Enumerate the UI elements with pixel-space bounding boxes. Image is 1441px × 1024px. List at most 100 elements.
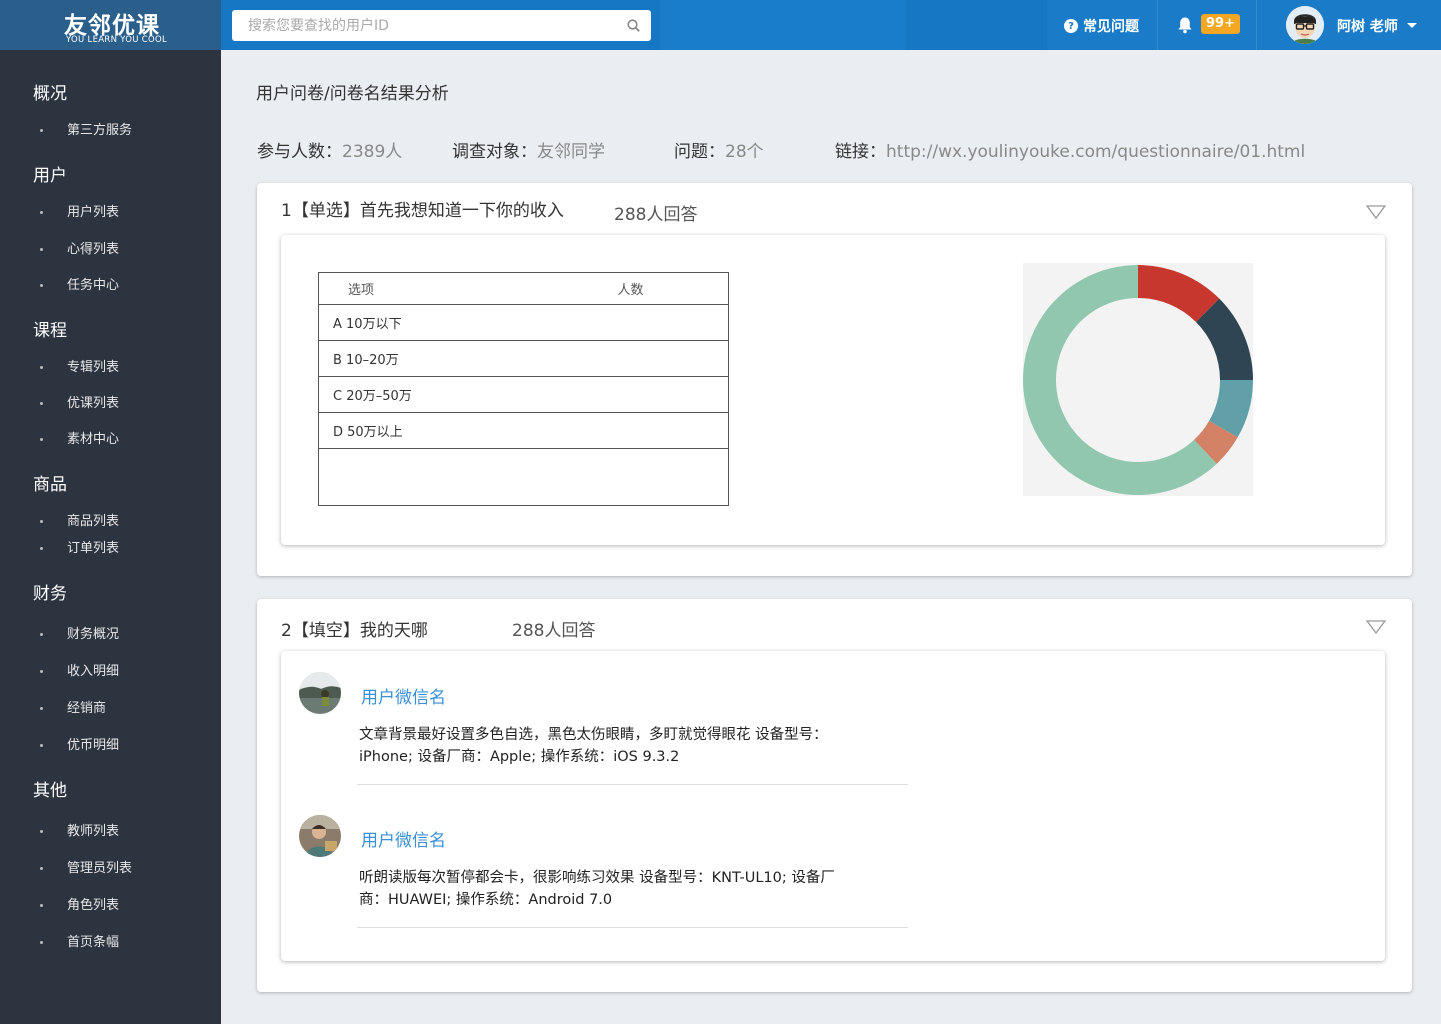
- entry-text: 文章背景最好设置多色自选，黑色太伤眼睛，多盯就觉得眼花 设备型号：iPhone;…: [359, 727, 828, 765]
- divider: [1157, 0, 1158, 50]
- avatar-icon: [1286, 6, 1324, 44]
- bullet-icon: [40, 867, 43, 870]
- sidebar-item-label: 优课列表: [67, 396, 120, 411]
- sidebar-item-coins[interactable]: 优币明细: [40, 734, 119, 753]
- sidebar-section-courses[interactable]: 课程: [33, 316, 67, 341]
- sidebar-item-label: 管理员列表: [67, 861, 133, 876]
- stat-label: 问题：: [674, 142, 725, 162]
- sidebar-section-goods[interactable]: 商品: [33, 470, 67, 495]
- search-box: [232, 10, 651, 41]
- sidebar-item-user-list[interactable]: 用户列表: [40, 201, 119, 220]
- chevron-down-icon[interactable]: [1407, 23, 1417, 28]
- sidebar-item-label: 收入明细: [67, 664, 120, 679]
- question-card-2: 2【填空】我的天哪 288人回答 用户微信名 文章背景最好设置多色自选，黑色太伤…: [257, 599, 1412, 992]
- breadcrumb: 用户问卷/问卷名结果分析: [256, 84, 449, 104]
- sidebar-item-roles[interactable]: 角色列表: [40, 894, 119, 913]
- sidebar-item-courses[interactable]: 优课列表: [40, 392, 119, 411]
- avatar[interactable]: [299, 672, 341, 714]
- table-row: [319, 449, 729, 506]
- stat-link: 链接：http://wx.youlinyouke.com/questionnai…: [835, 137, 1305, 162]
- sidebar-item-label: 首页条幅: [67, 935, 120, 950]
- bullet-icon: [40, 830, 43, 833]
- stat-value: 28个: [725, 142, 764, 162]
- bullet-icon: [40, 633, 43, 636]
- search-input[interactable]: [232, 10, 622, 41]
- question-card-1: 1【单选】首先我想知道一下你的收入 288人回答 选项 人数 A 10万以下 B…: [257, 183, 1412, 576]
- sidebar-item-goods-list[interactable]: 商品列表: [40, 510, 119, 529]
- stat-label: 链接：: [835, 142, 886, 162]
- table-row: D 50万以上: [318, 412, 729, 449]
- bullet-icon: [40, 284, 43, 287]
- table-cell: A 10万以下: [318, 304, 729, 341]
- bullet-icon: [40, 904, 43, 907]
- sidebar-item-albums[interactable]: 专辑列表: [40, 356, 119, 375]
- questionnaire-link[interactable]: http://wx.youlinyouke.com/questionnaire/…: [886, 142, 1305, 162]
- bullet-icon: [40, 520, 43, 523]
- stat-value: 友邻同学: [537, 142, 605, 162]
- sidebar-item-label: 财务概况: [67, 627, 120, 642]
- sidebar-item-label: 心得列表: [67, 242, 120, 257]
- bullet-icon: [40, 129, 43, 132]
- table-cell: C 20万–50万: [318, 376, 729, 413]
- sidebar-section-finance[interactable]: 财务: [33, 579, 67, 604]
- sidebar: 概况 第三方服务 用户 用户列表 心得列表 任务中心 课程 专辑列表 优课列表 …: [0, 50, 221, 1024]
- bullet-icon: [40, 670, 43, 673]
- user-avatar[interactable]: [1286, 6, 1324, 44]
- stat-value: 2389人: [342, 142, 403, 162]
- sidebar-item-teachers[interactable]: 教师列表: [40, 820, 119, 839]
- sidebar-section-users[interactable]: 用户: [33, 161, 67, 186]
- logo-tagline: YOU LEARN YOU COOL: [66, 35, 168, 45]
- sidebar-item-admins[interactable]: 管理员列表: [40, 857, 132, 876]
- avatar-photo-icon: [299, 672, 341, 714]
- sidebar-item-dealers[interactable]: 经销商: [40, 697, 106, 716]
- help-label: 常见问题: [1083, 19, 1139, 35]
- sidebar-item-label: 角色列表: [67, 898, 120, 913]
- sidebar-item-label: 素材中心: [67, 432, 120, 447]
- bullet-icon: [40, 211, 43, 214]
- bullet-icon: [40, 438, 43, 441]
- bullet-icon: [40, 744, 43, 747]
- table-header-row: 选项 人数: [318, 272, 729, 305]
- sidebar-item-notes[interactable]: 心得列表: [40, 238, 119, 257]
- search-icon[interactable]: [627, 19, 640, 32]
- help-link[interactable]: ? 常见问题: [1064, 16, 1139, 36]
- sidebar-item-banners[interactable]: 首页条幅: [40, 931, 119, 950]
- user-name[interactable]: 阿树 老师: [1337, 16, 1398, 36]
- sidebar-item-orders[interactable]: 订单列表: [40, 537, 119, 556]
- avatar-photo-icon: [299, 815, 341, 857]
- bell-icon[interactable]: [1176, 16, 1194, 34]
- question-title: 2【填空】我的天哪: [281, 621, 428, 641]
- sidebar-item-third-party[interactable]: 第三方服务: [40, 119, 132, 138]
- sidebar-item-label: 教师列表: [67, 824, 120, 839]
- entry-text: 听朗读版每次暂停都会卡，很影响练习效果 设备型号：KNT-UL10; 设备厂商：…: [359, 870, 835, 908]
- divider: [357, 927, 908, 928]
- notification-badge[interactable]: 99+: [1201, 14, 1240, 34]
- sidebar-item-label: 订单列表: [67, 541, 120, 556]
- avatar[interactable]: [299, 815, 341, 857]
- options-table: 选项 人数 A 10万以下 B 10–20万 C 20万–50万 D 50万以上: [318, 272, 729, 506]
- collapse-triangle-icon[interactable]: [1366, 620, 1386, 634]
- bullet-icon: [40, 547, 43, 550]
- bullet-icon: [40, 248, 43, 251]
- entry-username[interactable]: 用户微信名: [361, 683, 446, 708]
- collapse-triangle-icon[interactable]: [1366, 205, 1386, 219]
- question-title: 1【单选】首先我想知道一下你的收入: [281, 201, 564, 221]
- sidebar-item-finance-overview[interactable]: 财务概况: [40, 623, 119, 642]
- entry-username[interactable]: 用户微信名: [361, 826, 446, 851]
- donut-chart: [1022, 263, 1253, 496]
- logo[interactable]: 友邻优课 YOU LEARN YOU COOL: [0, 0, 221, 50]
- sidebar-item-tasks[interactable]: 任务中心: [40, 274, 119, 293]
- sidebar-section-other[interactable]: 其他: [33, 776, 67, 801]
- question-result-panel: 选项 人数 A 10万以下 B 10–20万 C 20万–50万 D 50万以上: [281, 235, 1385, 545]
- sidebar-section-overview[interactable]: 概况: [33, 79, 67, 104]
- bullet-icon: [40, 402, 43, 405]
- divider: [357, 784, 908, 785]
- sidebar-item-label: 商品列表: [67, 514, 120, 529]
- sidebar-item-materials[interactable]: 素材中心: [40, 428, 119, 447]
- sidebar-item-label: 专辑列表: [67, 360, 120, 375]
- sidebar-item-label: 经销商: [67, 701, 107, 716]
- stat-questions: 问题：28个: [674, 137, 764, 162]
- divider: [1256, 0, 1257, 50]
- bullet-icon: [40, 707, 43, 710]
- sidebar-item-income[interactable]: 收入明细: [40, 660, 119, 679]
